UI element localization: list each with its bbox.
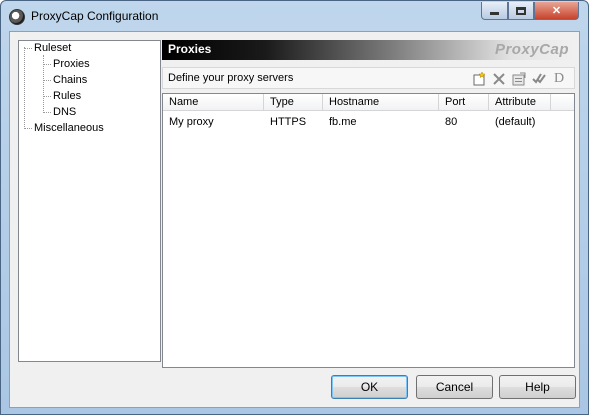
panel-header: Proxies ProxyCap <box>162 40 575 60</box>
tree-item-ruleset[interactable]: Ruleset <box>34 41 71 55</box>
tree-connector <box>24 48 32 49</box>
tree-connector <box>43 80 51 81</box>
panel-title: Proxies <box>168 42 212 56</box>
panel-description: Define your proxy servers <box>168 72 294 84</box>
cell-name: My proxy <box>169 116 214 128</box>
check-proxy-button[interactable] <box>530 70 548 87</box>
cell-port: 80 <box>445 116 458 128</box>
tree-item-rules[interactable]: Rules <box>53 89 81 103</box>
close-icon: ✕ <box>551 5 562 17</box>
title-bar[interactable]: ProxyCap Configuration ✕ <box>1 1 588 32</box>
table-row[interactable]: My proxy HTTPS fb.me 80 (default) <box>163 114 574 130</box>
cell-attribute: (default) <box>495 116 536 128</box>
help-button[interactable]: Help <box>499 375 576 399</box>
column-header-attribute[interactable]: Attribute <box>489 94 551 111</box>
proxy-properties-button[interactable] <box>510 70 528 87</box>
tree-item-dns[interactable]: DNS <box>53 105 76 119</box>
panel-toolbar: Define your proxy servers D <box>162 67 575 89</box>
client-area: Ruleset Proxies Chains Rules DNS Miscell… <box>9 31 580 408</box>
cancel-button[interactable]: Cancel <box>416 375 493 399</box>
set-default-button[interactable]: D <box>550 70 568 87</box>
column-header-type[interactable]: Type <box>264 94 323 111</box>
brand-logo: ProxyCap <box>494 41 569 58</box>
tree-item-chains[interactable]: Chains <box>53 73 87 87</box>
tree-item-proxies[interactable]: Proxies <box>53 57 90 71</box>
new-proxy-button[interactable] <box>470 70 488 87</box>
tree-connector <box>24 47 25 127</box>
tree-item-miscellaneous[interactable]: Miscellaneous <box>34 121 104 135</box>
cell-type: HTTPS <box>270 116 307 128</box>
close-button[interactable]: ✕ <box>534 2 579 20</box>
proxycap-app-icon <box>9 9 25 25</box>
column-header-port[interactable]: Port <box>439 94 489 111</box>
proxycap-window: ProxyCap Configuration ✕ Ruleset Proxies… <box>0 0 589 415</box>
column-header-name[interactable]: Name <box>163 94 264 111</box>
proxy-list[interactable]: Name Type Hostname Port Attribute My pro… <box>162 93 575 368</box>
proxies-panel: Proxies ProxyCap Define your proxy serve… <box>162 40 575 368</box>
settings-tree: Ruleset Proxies Chains Rules DNS Miscell… <box>18 40 161 362</box>
tree-connector <box>43 64 51 65</box>
list-header: Name Type Hostname Port Attribute <box>163 94 574 111</box>
default-icon: D <box>553 70 565 86</box>
check-icon <box>532 72 546 84</box>
window-title: ProxyCap Configuration <box>31 9 159 23</box>
minimize-icon <box>490 12 499 15</box>
properties-icon <box>512 72 526 85</box>
delete-icon <box>493 72 505 85</box>
ok-button[interactable]: OK <box>331 375 408 399</box>
minimize-button[interactable] <box>481 2 508 20</box>
delete-proxy-button[interactable] <box>490 70 508 87</box>
tree-connector <box>24 128 32 129</box>
new-proxy-icon <box>473 71 486 85</box>
maximize-icon <box>516 6 526 15</box>
column-header-hostname[interactable]: Hostname <box>323 94 439 111</box>
cell-hostname: fb.me <box>329 116 357 128</box>
tree-connector <box>43 112 51 113</box>
tree-connector <box>43 96 51 97</box>
maximize-button[interactable] <box>508 2 534 20</box>
